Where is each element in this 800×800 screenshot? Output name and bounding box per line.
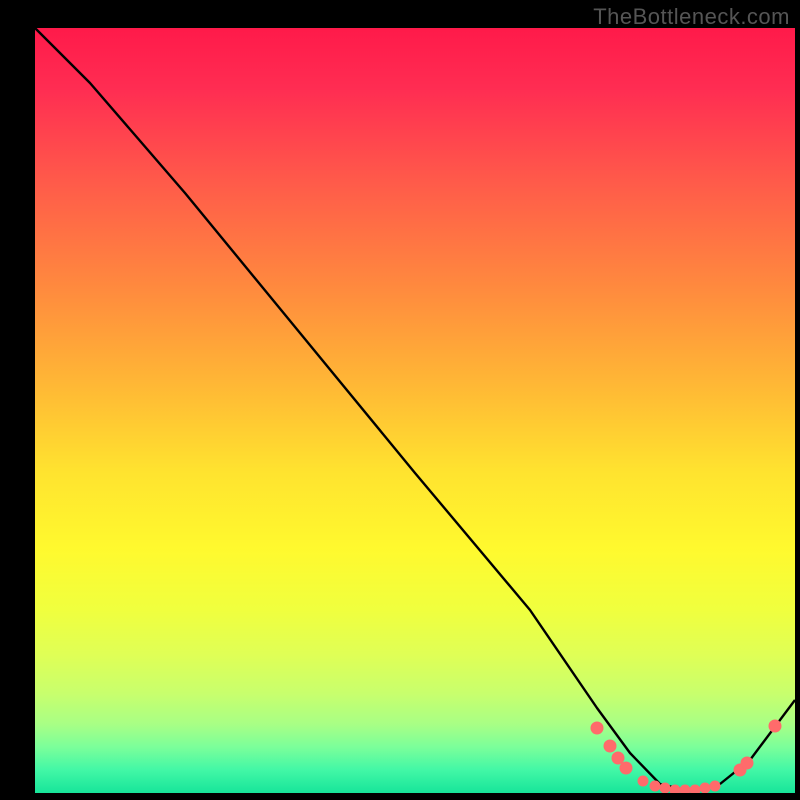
marker-dot [690, 785, 700, 793]
marker-dot [680, 785, 690, 793]
marker-dot [710, 781, 720, 791]
marker-dot [769, 720, 781, 732]
bottleneck-curve [35, 28, 795, 791]
curve-layer [35, 28, 795, 793]
marker-dot [670, 785, 680, 793]
marker-dot [591, 722, 603, 734]
chart-frame: TheBottleneck.com [0, 0, 800, 800]
plot-area [35, 28, 795, 793]
watermark-text: TheBottleneck.com [593, 4, 790, 30]
marker-dot [650, 781, 660, 791]
marker-dot [638, 776, 648, 786]
marker-dot [660, 783, 670, 793]
marker-dot [620, 762, 632, 774]
marker-dot [741, 757, 753, 769]
marker-dot [604, 740, 616, 752]
marker-dot [700, 783, 710, 793]
marker-dot [612, 752, 624, 764]
